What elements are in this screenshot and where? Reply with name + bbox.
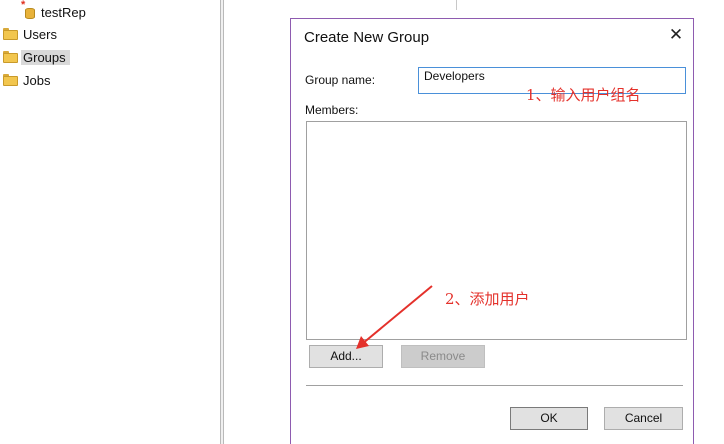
tree-item-label: Jobs xyxy=(23,72,51,88)
folder-icon xyxy=(3,28,18,40)
annotation-step2: 2、添加用户 xyxy=(445,290,530,308)
dialog-separator xyxy=(306,385,683,386)
screen: * testRep Users Groups Jobs Create New G… xyxy=(0,0,724,444)
members-label: Members: xyxy=(305,103,359,117)
create-group-dialog: Create New Group ✕ Group name: Members: … xyxy=(290,18,694,444)
dialog-title: Create New Group xyxy=(304,29,430,46)
folder-icon xyxy=(3,51,18,63)
repository-icon: * xyxy=(21,0,36,19)
remove-button[interactable]: Remove xyxy=(401,345,485,368)
tree-item-label: Users xyxy=(23,26,57,42)
add-button[interactable]: Add... xyxy=(309,345,383,368)
tree-item-groups[interactable]: Groups xyxy=(3,47,70,67)
tree-item-label: Groups xyxy=(21,49,70,65)
cancel-button[interactable]: Cancel xyxy=(604,407,683,430)
pane-splitter[interactable] xyxy=(220,0,224,444)
annotation-step1: 1、输入用户组名 xyxy=(526,86,641,104)
folder-icon xyxy=(3,74,18,86)
divider xyxy=(456,0,457,10)
tree-item-jobs[interactable]: Jobs xyxy=(3,70,50,90)
tree-item-label: testRep xyxy=(41,4,86,20)
repository-tree: * testRep Users Groups Jobs xyxy=(0,0,220,444)
tree-item-users[interactable]: Users xyxy=(3,24,57,44)
tree-item-testrep[interactable]: * testRep xyxy=(21,0,86,22)
ok-button[interactable]: OK xyxy=(510,407,588,430)
close-icon[interactable]: ✕ xyxy=(665,24,687,46)
group-name-label: Group name: xyxy=(305,73,376,87)
